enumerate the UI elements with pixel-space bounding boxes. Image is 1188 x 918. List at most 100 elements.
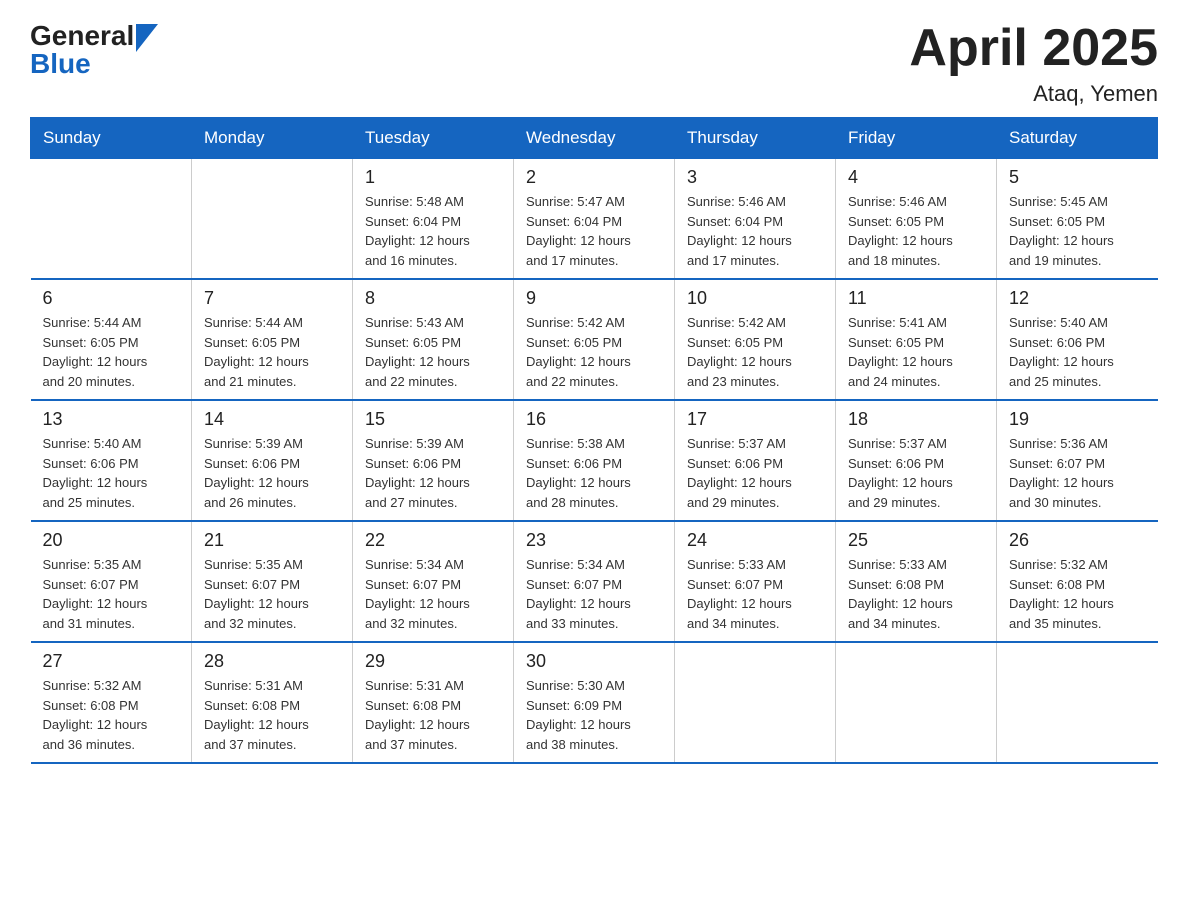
calendar-cell: 7 Sunrise: 5:44 AM Sunset: 6:05 PM Daylig… — [192, 279, 353, 400]
title-section: April 2025 Ataq, Yemen — [909, 20, 1158, 107]
day-number: 10 — [687, 288, 823, 309]
day-number: 7 — [204, 288, 340, 309]
calendar-cell: 2 Sunrise: 5:47 AM Sunset: 6:04 PM Daylig… — [514, 159, 675, 280]
day-info: Sunrise: 5:30 AM Sunset: 6:09 PM Dayligh… — [526, 676, 662, 754]
calendar-cell: 9Sunrise: 5:42 AM Sunset: 6:05 PM Daylig… — [514, 279, 675, 400]
day-number: 22 — [365, 530, 501, 551]
day-info: Sunrise: 5:46 AM Sunset: 6:04 PM Dayligh… — [687, 192, 823, 270]
day-info: Sunrise: 5:33 AM Sunset: 6:07 PM Dayligh… — [687, 555, 823, 633]
day-number: 16 — [526, 409, 662, 430]
calendar-cell — [31, 159, 192, 280]
calendar-cell — [192, 159, 353, 280]
weekday-header-row: SundayMondayTuesdayWednesdayThursdayFrid… — [31, 118, 1158, 159]
calendar-cell: 13 Sunrise: 5:40 AM Sunset: 6:06 PM Dayli… — [31, 400, 192, 521]
calendar-week-row: 6Sunrise: 5:44 AM Sunset: 6:05 PM Daylig… — [31, 279, 1158, 400]
day-info: Sunrise: 5:47 AM Sunset: 6:04 PM Dayligh… — [526, 192, 662, 270]
calendar-week-row: 27 Sunrise: 5:32 AM Sunset: 6:08 PM Dayli… — [31, 642, 1158, 763]
calendar-cell: 5 Sunrise: 5:45 AM Sunset: 6:05 PM Daylig… — [997, 159, 1158, 280]
day-number: 15 — [365, 409, 501, 430]
day-info: Sunrise: 5:45 AM Sunset: 6:05 PM Dayligh… — [1009, 192, 1146, 270]
day-number: 1 — [365, 167, 501, 188]
calendar-title: April 2025 — [909, 20, 1158, 77]
day-info: Sunrise: 5:34 AM Sunset: 6:07 PM Dayligh… — [365, 555, 501, 633]
calendar-week-row: 13 Sunrise: 5:40 AM Sunset: 6:06 PM Dayli… — [31, 400, 1158, 521]
calendar-week-row: 20 Sunrise: 5:35 AM Sunset: 6:07 PM Dayli… — [31, 521, 1158, 642]
calendar-cell: 26 Sunrise: 5:32 AM Sunset: 6:08 PM Dayli… — [997, 521, 1158, 642]
calendar-cell: 27 Sunrise: 5:32 AM Sunset: 6:08 PM Dayli… — [31, 642, 192, 763]
day-info: Sunrise: 5:40 AM Sunset: 6:06 PM Dayligh… — [1009, 313, 1146, 391]
weekday-header-thursday: Thursday — [675, 118, 836, 159]
day-info: Sunrise: 5:42 AM Sunset: 6:05 PM Dayligh… — [526, 313, 662, 391]
day-info: Sunrise: 5:37 AM Sunset: 6:06 PM Dayligh… — [848, 434, 984, 512]
calendar-subtitle: Ataq, Yemen — [909, 81, 1158, 107]
calendar-cell — [997, 642, 1158, 763]
day-info: Sunrise: 5:38 AM Sunset: 6:06 PM Dayligh… — [526, 434, 662, 512]
weekday-header-saturday: Saturday — [997, 118, 1158, 159]
day-info: Sunrise: 5:40 AM Sunset: 6:06 PM Dayligh… — [43, 434, 180, 512]
weekday-header-tuesday: Tuesday — [353, 118, 514, 159]
calendar-cell: 10 Sunrise: 5:42 AM Sunset: 6:05 PM Dayli… — [675, 279, 836, 400]
calendar-cell: 4 Sunrise: 5:46 AM Sunset: 6:05 PM Daylig… — [836, 159, 997, 280]
calendar-cell: 29 Sunrise: 5:31 AM Sunset: 6:08 PM Dayli… — [353, 642, 514, 763]
day-number: 23 — [526, 530, 662, 551]
calendar-table: SundayMondayTuesdayWednesdayThursdayFrid… — [30, 117, 1158, 764]
day-number: 19 — [1009, 409, 1146, 430]
day-number: 13 — [43, 409, 180, 430]
day-number: 17 — [687, 409, 823, 430]
day-number: 18 — [848, 409, 984, 430]
day-number: 12 — [1009, 288, 1146, 309]
day-info: Sunrise: 5:39 AM Sunset: 6:06 PM Dayligh… — [204, 434, 340, 512]
logo: General Blue — [30, 20, 158, 80]
calendar-cell: 28Sunrise: 5:31 AM Sunset: 6:08 PM Dayli… — [192, 642, 353, 763]
day-number: 27 — [43, 651, 180, 672]
day-info: Sunrise: 5:41 AM Sunset: 6:05 PM Dayligh… — [848, 313, 984, 391]
calendar-cell: 22 Sunrise: 5:34 AM Sunset: 6:07 PM Dayli… — [353, 521, 514, 642]
day-info: Sunrise: 5:48 AM Sunset: 6:04 PM Dayligh… — [365, 192, 501, 270]
calendar-cell: 24Sunrise: 5:33 AM Sunset: 6:07 PM Dayli… — [675, 521, 836, 642]
calendar-cell: 14 Sunrise: 5:39 AM Sunset: 6:06 PM Dayli… — [192, 400, 353, 521]
day-number: 11 — [848, 288, 984, 309]
day-info: Sunrise: 5:42 AM Sunset: 6:05 PM Dayligh… — [687, 313, 823, 391]
day-number: 20 — [43, 530, 180, 551]
calendar-cell: 1 Sunrise: 5:48 AM Sunset: 6:04 PM Daylig… — [353, 159, 514, 280]
calendar-cell: 8Sunrise: 5:43 AM Sunset: 6:05 PM Daylig… — [353, 279, 514, 400]
day-info: Sunrise: 5:46 AM Sunset: 6:05 PM Dayligh… — [848, 192, 984, 270]
calendar-cell — [675, 642, 836, 763]
calendar-cell: 17 Sunrise: 5:37 AM Sunset: 6:06 PM Dayli… — [675, 400, 836, 521]
calendar-cell: 19 Sunrise: 5:36 AM Sunset: 6:07 PM Dayli… — [997, 400, 1158, 521]
day-info: Sunrise: 5:44 AM Sunset: 6:05 PM Dayligh… — [204, 313, 340, 391]
page-header: General Blue April 2025 Ataq, Yemen — [30, 20, 1158, 107]
day-number: 29 — [365, 651, 501, 672]
day-number: 26 — [1009, 530, 1146, 551]
day-info: Sunrise: 5:32 AM Sunset: 6:08 PM Dayligh… — [43, 676, 180, 754]
calendar-cell: 25Sunrise: 5:33 AM Sunset: 6:08 PM Dayli… — [836, 521, 997, 642]
day-info: Sunrise: 5:31 AM Sunset: 6:08 PM Dayligh… — [365, 676, 501, 754]
calendar-cell: 21 Sunrise: 5:35 AM Sunset: 6:07 PM Dayli… — [192, 521, 353, 642]
calendar-cell: 16 Sunrise: 5:38 AM Sunset: 6:06 PM Dayli… — [514, 400, 675, 521]
day-number: 5 — [1009, 167, 1146, 188]
logo-blue: Blue — [30, 48, 158, 80]
weekday-header-sunday: Sunday — [31, 118, 192, 159]
calendar-cell: 6Sunrise: 5:44 AM Sunset: 6:05 PM Daylig… — [31, 279, 192, 400]
day-info: Sunrise: 5:34 AM Sunset: 6:07 PM Dayligh… — [526, 555, 662, 633]
day-number: 14 — [204, 409, 340, 430]
day-info: Sunrise: 5:39 AM Sunset: 6:06 PM Dayligh… — [365, 434, 501, 512]
calendar-cell: 12 Sunrise: 5:40 AM Sunset: 6:06 PM Dayli… — [997, 279, 1158, 400]
weekday-header-friday: Friday — [836, 118, 997, 159]
day-number: 21 — [204, 530, 340, 551]
calendar-cell: 15 Sunrise: 5:39 AM Sunset: 6:06 PM Dayli… — [353, 400, 514, 521]
day-number: 2 — [526, 167, 662, 188]
day-info: Sunrise: 5:32 AM Sunset: 6:08 PM Dayligh… — [1009, 555, 1146, 633]
day-number: 30 — [526, 651, 662, 672]
day-info: Sunrise: 5:37 AM Sunset: 6:06 PM Dayligh… — [687, 434, 823, 512]
calendar-week-row: 1 Sunrise: 5:48 AM Sunset: 6:04 PM Daylig… — [31, 159, 1158, 280]
day-number: 3 — [687, 167, 823, 188]
day-number: 8 — [365, 288, 501, 309]
calendar-cell: 18 Sunrise: 5:37 AM Sunset: 6:06 PM Dayli… — [836, 400, 997, 521]
day-info: Sunrise: 5:35 AM Sunset: 6:07 PM Dayligh… — [204, 555, 340, 633]
day-info: Sunrise: 5:36 AM Sunset: 6:07 PM Dayligh… — [1009, 434, 1146, 512]
calendar-cell: 20Sunrise: 5:35 AM Sunset: 6:07 PM Dayli… — [31, 521, 192, 642]
weekday-header-wednesday: Wednesday — [514, 118, 675, 159]
day-number: 4 — [848, 167, 984, 188]
calendar-cell: 30 Sunrise: 5:30 AM Sunset: 6:09 PM Dayli… — [514, 642, 675, 763]
